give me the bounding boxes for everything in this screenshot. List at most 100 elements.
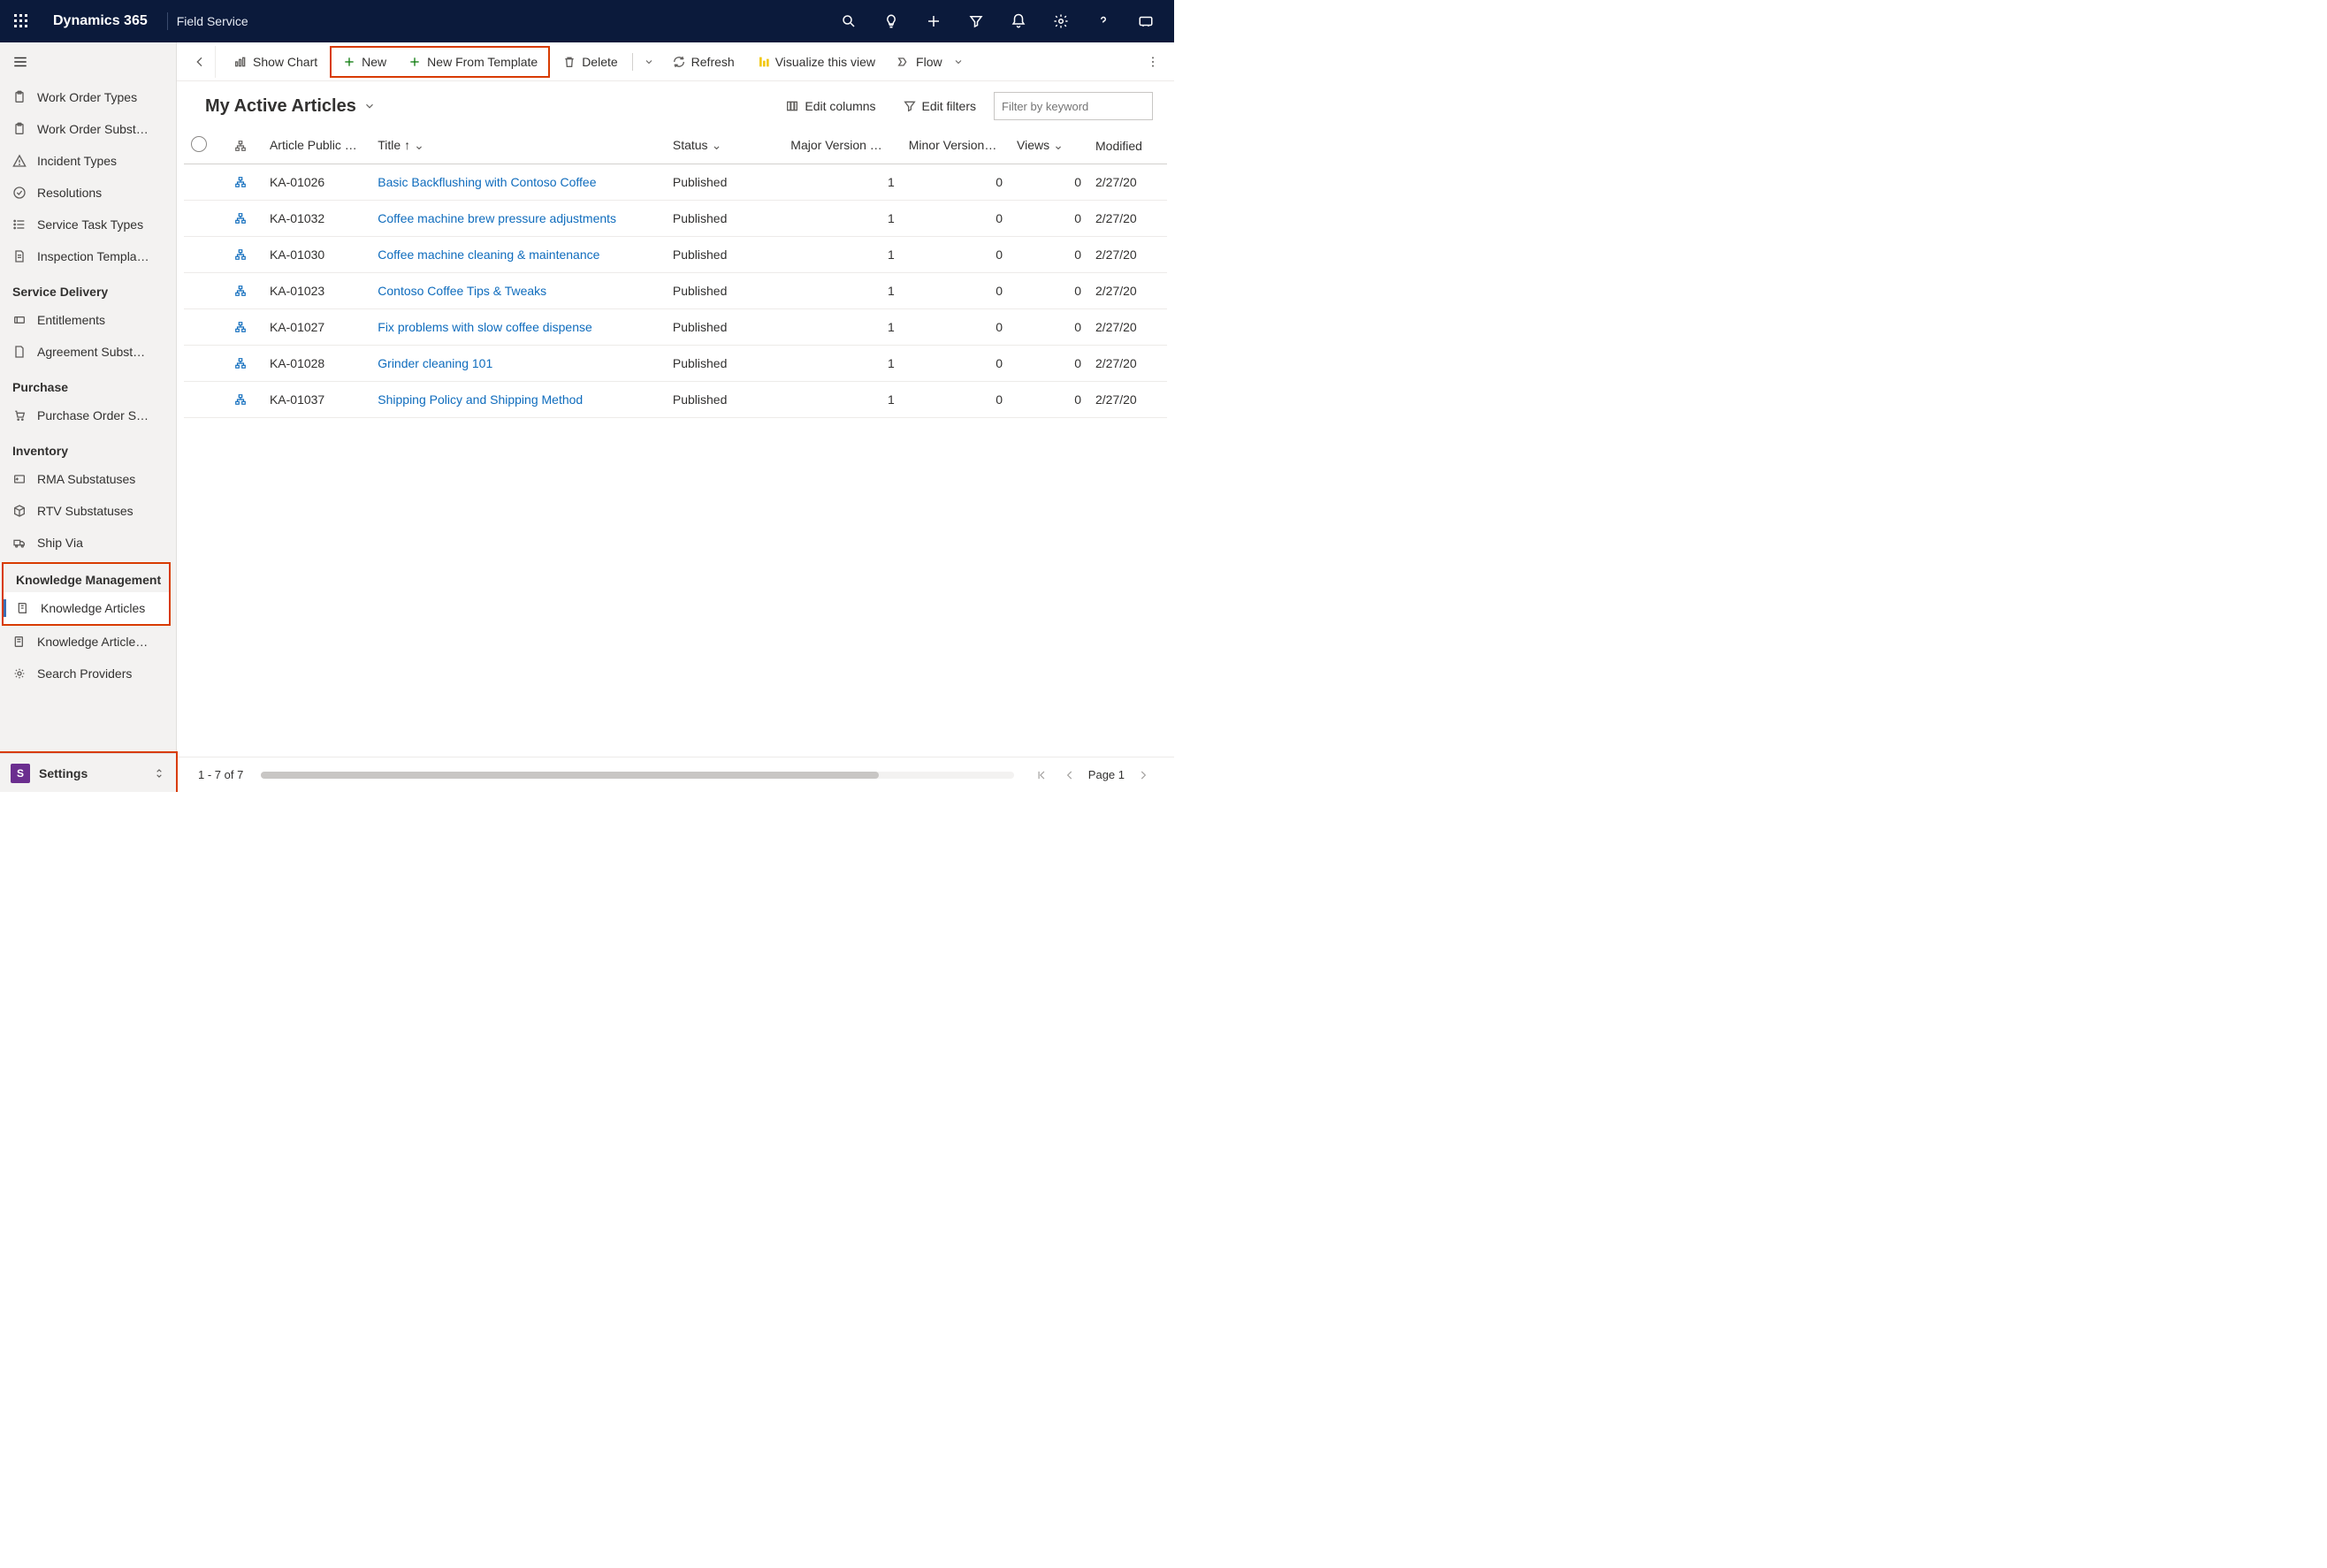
sidebar-item-knowledgearticletempl[interactable]: Knowledge Article…: [0, 626, 176, 658]
edit-filters-button[interactable]: Edit filters: [894, 94, 985, 118]
sidebar-item-workordersubst[interactable]: Work Order Subst…: [0, 113, 176, 145]
chevron-updown-icon[interactable]: [153, 767, 165, 780]
hierarchy-icon[interactable]: [227, 382, 263, 418]
horizontal-scrollbar[interactable]: [261, 772, 1013, 779]
hierarchy-icon[interactable]: [227, 273, 263, 309]
prev-page-button[interactable]: [1060, 765, 1080, 785]
sidebar-item-purchaseorder[interactable]: Purchase Order S…: [0, 400, 176, 431]
cell-title-link[interactable]: Coffee machine brew pressure adjustments: [370, 201, 666, 237]
more-commands-button[interactable]: [1139, 48, 1167, 76]
cell-title-link[interactable]: Grinder cleaning 101: [370, 346, 666, 382]
sidebar-item-rtv[interactable]: RTV Substatuses: [0, 495, 176, 527]
sidebar-item-workordertypes[interactable]: Work Order Types: [0, 81, 176, 113]
hierarchy-icon[interactable]: [227, 201, 263, 237]
row-selector[interactable]: [184, 237, 227, 273]
clipboard-icon: [12, 122, 27, 136]
cell-status: Published: [666, 164, 783, 201]
col-views[interactable]: Views⌄: [1010, 127, 1088, 164]
table-row[interactable]: KA-01023Contoso Coffee Tips & TweaksPubl…: [184, 273, 1167, 309]
sidebar-item-incidenttypes[interactable]: Incident Types: [0, 145, 176, 177]
col-title[interactable]: Title ↑⌄: [370, 127, 666, 164]
back-button[interactable]: [184, 46, 216, 78]
view-selector[interactable]: My Active Articles: [205, 96, 376, 117]
col-hierarchy[interactable]: [227, 127, 263, 164]
cell-title-link[interactable]: Fix problems with slow coffee dispense: [370, 309, 666, 346]
table-row[interactable]: KA-01030Coffee machine cleaning & mainte…: [184, 237, 1167, 273]
search-icon[interactable]: [828, 0, 870, 42]
sidebar-item-agreementsubst[interactable]: Agreement Subst…: [0, 336, 176, 368]
sidebar-item-searchproviders[interactable]: Search Providers: [0, 658, 176, 689]
sidebar-item-inspectiontempl[interactable]: Inspection Templa…: [0, 240, 176, 272]
sidebar-item-servicetasktypes[interactable]: Service Task Types: [0, 209, 176, 240]
command-bar: Show Chart New New From Template Delete …: [177, 42, 1174, 81]
refresh-button[interactable]: Refresh: [663, 48, 744, 76]
filter-icon[interactable]: [955, 0, 997, 42]
cell-minor-version: 0: [902, 309, 1010, 346]
grid: Article Public …⌄ Title ↑⌄ Status⌄ Major…: [177, 127, 1174, 757]
show-chart-button[interactable]: Show Chart: [225, 48, 326, 76]
cell-views: 0: [1010, 382, 1088, 418]
select-all-circle-icon[interactable]: [191, 136, 207, 152]
cell-title-link[interactable]: Shipping Policy and Shipping Method: [370, 382, 666, 418]
nav-group-km: Knowledge Management: [4, 564, 169, 592]
table-row[interactable]: KA-01032Coffee machine brew pressure adj…: [184, 201, 1167, 237]
table-row[interactable]: KA-01028Grinder cleaning 101Published100…: [184, 346, 1167, 382]
plus-icon[interactable]: [912, 0, 955, 42]
return-icon: [12, 472, 27, 486]
new-button[interactable]: New: [333, 48, 395, 76]
delete-button[interactable]: Delete: [553, 48, 626, 76]
cell-minor-version: 0: [902, 237, 1010, 273]
col-modified[interactable]: Modified: [1088, 127, 1167, 164]
sidebar-item-knowledgearticles[interactable]: Knowledge Articles: [4, 592, 169, 624]
table-row[interactable]: KA-01027Fix problems with slow coffee di…: [184, 309, 1167, 346]
row-selector[interactable]: [184, 273, 227, 309]
col-status[interactable]: Status⌄: [666, 127, 783, 164]
first-page-button[interactable]: [1032, 765, 1051, 785]
sidebar-item-entitlements[interactable]: Entitlements: [0, 304, 176, 336]
lightbulb-icon[interactable]: [870, 0, 912, 42]
scrollbar-thumb[interactable]: [261, 772, 878, 779]
new-from-template-button[interactable]: New From Template: [399, 48, 546, 76]
row-selector[interactable]: [184, 309, 227, 346]
cell-article-number: KA-01030: [263, 237, 370, 273]
sidebar-item-resolutions[interactable]: Resolutions: [0, 177, 176, 209]
cell-title-link[interactable]: Basic Backflushing with Contoso Coffee: [370, 164, 666, 201]
edit-columns-button[interactable]: Edit columns: [776, 94, 884, 118]
cell-title-link[interactable]: Coffee machine cleaning & maintenance: [370, 237, 666, 273]
row-selector[interactable]: [184, 201, 227, 237]
row-selector[interactable]: [184, 346, 227, 382]
hamburger-icon[interactable]: [0, 42, 176, 81]
app-name[interactable]: Field Service: [177, 14, 248, 28]
table-row[interactable]: KA-01037Shipping Policy and Shipping Met…: [184, 382, 1167, 418]
filter-keyword-input[interactable]: [994, 92, 1153, 120]
sidebar-item-rma[interactable]: RMA Substatuses: [0, 463, 176, 495]
hierarchy-icon[interactable]: [227, 346, 263, 382]
col-select-all[interactable]: [184, 127, 227, 164]
col-major-version[interactable]: Major Version …⌄: [783, 127, 901, 164]
bell-icon[interactable]: [997, 0, 1040, 42]
chevron-down-icon: ⌄: [886, 138, 896, 152]
cell-views: 0: [1010, 309, 1088, 346]
assistant-icon[interactable]: [1125, 0, 1167, 42]
help-icon[interactable]: [1082, 0, 1125, 42]
plus-icon: [408, 55, 422, 69]
sidebar-item-shipvia[interactable]: Ship Via: [0, 527, 176, 559]
cell-minor-version: 0: [902, 201, 1010, 237]
gear-icon[interactable]: [1040, 0, 1082, 42]
hierarchy-icon[interactable]: [227, 237, 263, 273]
sidebar-area-switcher[interactable]: S Settings: [0, 753, 176, 792]
row-selector[interactable]: [184, 382, 227, 418]
hierarchy-icon[interactable]: [227, 164, 263, 201]
flow-button[interactable]: Flow: [888, 48, 973, 76]
col-article-number[interactable]: Article Public …⌄: [263, 127, 370, 164]
brand-name[interactable]: Dynamics 365: [42, 13, 158, 29]
next-page-button[interactable]: [1133, 765, 1153, 785]
visualize-button[interactable]: Visualize this view: [747, 48, 884, 76]
waffle-icon[interactable]: [0, 0, 42, 42]
row-selector[interactable]: [184, 164, 227, 201]
table-row[interactable]: KA-01026Basic Backflushing with Contoso …: [184, 164, 1167, 201]
cell-title-link[interactable]: Contoso Coffee Tips & Tweaks: [370, 273, 666, 309]
delete-split-chevron[interactable]: [638, 57, 660, 67]
col-minor-version[interactable]: Minor Version…⌄: [902, 127, 1010, 164]
hierarchy-icon[interactable]: [227, 309, 263, 346]
